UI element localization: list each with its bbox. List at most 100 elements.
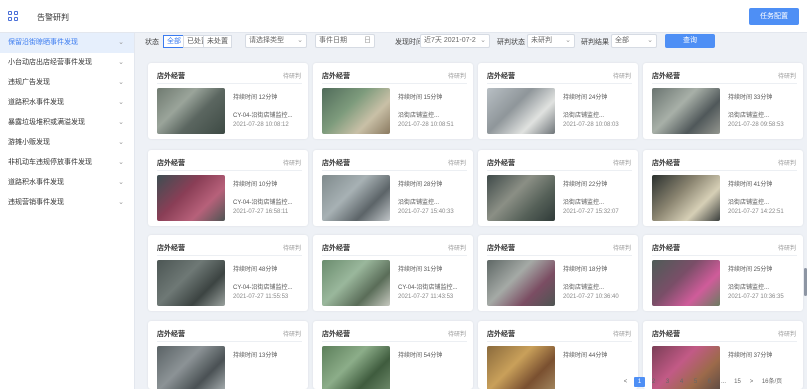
card-status: 待研判 bbox=[777, 332, 796, 338]
card-status: 待研判 bbox=[282, 74, 301, 80]
card-type: 店外经营 bbox=[652, 73, 680, 80]
event-card[interactable]: 店外经营 待研判 持续时间 12分钟 CY-04-沿街店铺监控... 2021-07-2… bbox=[148, 63, 308, 139]
card-duration: 持续时间 10分钟 bbox=[233, 182, 278, 188]
card-divider bbox=[487, 83, 632, 84]
sidebar-item[interactable]: 道路积水事件发现 ⌄ bbox=[0, 93, 134, 113]
app-grid-icon bbox=[8, 11, 18, 21]
card-camera: 沿街店铺监控... bbox=[728, 285, 770, 291]
card-divider bbox=[157, 341, 302, 342]
card-type: 店外经营 bbox=[652, 160, 680, 167]
event-snapshot-image[interactable] bbox=[487, 88, 555, 134]
event-snapshot-image[interactable] bbox=[487, 175, 555, 221]
page-number-button[interactable]: 2 bbox=[648, 377, 659, 387]
event-snapshot-image[interactable] bbox=[652, 88, 720, 134]
event-card[interactable]: 店外经营 待研判持续时间 10分钟 CY-04-沿街店铺监控... 2021-07-2… bbox=[148, 150, 308, 226]
event-card[interactable]: 店外经营 待研判 持续时间 15分钟 沿街店铺监控... 2021-07-28 10:0… bbox=[313, 63, 473, 139]
card-duration: 持续时间 33分钟 bbox=[728, 95, 773, 101]
card-divider bbox=[322, 83, 467, 84]
page-number-button[interactable]: 5 bbox=[690, 377, 701, 387]
event-card[interactable]: 店外经营 待研判 持续时间 33分钟 沿街店铺监控... 2021-07-28 09:5… bbox=[643, 63, 803, 139]
sidebar-item-label: 小台动店出店经营事件发现 bbox=[8, 59, 92, 66]
card-date: 2021-07-27 10:36:40 bbox=[563, 294, 619, 300]
sidebar-item[interactable]: 暴露垃圾堆积或满溢发现 ⌄ bbox=[0, 113, 134, 133]
event-snapshot-image[interactable] bbox=[652, 175, 720, 221]
event-snapshot-image[interactable] bbox=[157, 260, 225, 306]
card-camera: 沿街店铺监控... bbox=[398, 200, 440, 206]
event-card[interactable]: 店外经营 待研判 持续时间 41分钟 沿街店铺监控... 2021-07-27 14:2… bbox=[643, 150, 803, 226]
event-card[interactable]: 店外经营 待研判 持续时间 24分钟 沿街店铺监控... 2021-07-28 10:0… bbox=[478, 63, 638, 139]
event-snapshot-image[interactable] bbox=[322, 346, 390, 389]
card-status: 待研判 bbox=[447, 332, 466, 338]
sidebar-item[interactable]: 道路积水事件发现 ⌄ bbox=[0, 173, 134, 193]
page-size-select[interactable]: 16条/页 bbox=[760, 377, 784, 387]
card-divider bbox=[322, 341, 467, 342]
card-date: 2021-07-28 09:58:53 bbox=[728, 122, 784, 128]
chevron-down-icon: ⌄ bbox=[118, 179, 124, 186]
event-snapshot-image[interactable] bbox=[322, 260, 390, 306]
card-date: 2021-07-27 11:55:53 bbox=[233, 294, 289, 300]
sidebar-item-label: 游摊小贩发现 bbox=[8, 139, 50, 146]
card-camera: 沿街店铺监控... bbox=[563, 285, 605, 291]
event-snapshot-image[interactable] bbox=[157, 346, 225, 389]
card-divider bbox=[652, 255, 797, 256]
sidebar-item[interactable]: 小台动店出店经营事件发现 ⌄ bbox=[0, 53, 134, 73]
sidebar-item[interactable]: 游摊小贩发现 ⌄ bbox=[0, 133, 134, 153]
card-status: 待研判 bbox=[612, 332, 631, 338]
next-page-button[interactable]: > bbox=[746, 377, 757, 387]
card-camera: 沿街店铺监控... bbox=[563, 113, 605, 119]
card-divider bbox=[322, 170, 467, 171]
card-duration: 持续时间 28分钟 bbox=[398, 182, 443, 188]
event-card[interactable]: 店外经营 待研判 持续时间 22分钟 沿街店铺监控... 2021-07-27 15:3… bbox=[478, 150, 638, 226]
event-card[interactable]: 店外经营 待研判 持续时间 18分钟 沿街店铺监控... 2021-07-27 10:3… bbox=[478, 235, 638, 311]
card-camera: CY-04-沿街店铺监控... bbox=[233, 200, 293, 206]
card-type: 店外经营 bbox=[157, 160, 185, 167]
sidebar-item[interactable]: 违规广告发现 ⌄ bbox=[0, 73, 134, 93]
card-type: 店外经营 bbox=[487, 331, 515, 338]
prev-page-button[interactable]: < bbox=[620, 377, 631, 387]
event-card[interactable]: 店外经营 待研判 持续时间 48分钟 CY-04-沿街店铺监控... 2021-07-2… bbox=[148, 235, 308, 311]
event-snapshot-image[interactable] bbox=[322, 175, 390, 221]
event-card[interactable]: 店外经营 待研判 持续时间 44分钟 bbox=[478, 321, 638, 389]
event-snapshot-image[interactable] bbox=[322, 88, 390, 134]
card-date: 2021-07-27 16:58:11 bbox=[233, 209, 289, 215]
sidebar-item-label: 违规营销事件发现 bbox=[8, 199, 64, 206]
card-date: 2021-07-28 10:08:51 bbox=[398, 122, 454, 128]
sidebar-item-label: 非机动车违规停放事件发现 bbox=[8, 159, 92, 166]
card-duration: 持续时间 15分钟 bbox=[398, 95, 443, 101]
chevron-down-icon: ⌄ bbox=[118, 39, 124, 46]
card-status: 待研判 bbox=[612, 161, 631, 167]
card-status: 待研判 bbox=[282, 332, 301, 338]
event-card[interactable]: 店外经营 待研判 持续时间 25分钟 沿街店铺监控... 2021-07-27 10:3… bbox=[643, 235, 803, 311]
page-number-button[interactable]: 3 bbox=[662, 377, 673, 387]
event-snapshot-image[interactable] bbox=[487, 346, 555, 389]
page-ellipsis[interactable]: ... bbox=[718, 377, 729, 387]
card-type: 店外经营 bbox=[322, 160, 350, 167]
event-snapshot-image[interactable] bbox=[652, 260, 720, 306]
page-number-button[interactable]: 4 bbox=[676, 377, 687, 387]
sidebar-item[interactable]: 保留沿街晾晒事件发现 ⌄ bbox=[0, 33, 134, 53]
card-status: 待研判 bbox=[282, 161, 301, 167]
card-date: 2021-07-28 10:08:03 bbox=[563, 122, 619, 128]
card-divider bbox=[157, 170, 302, 171]
card-type: 店外经营 bbox=[322, 331, 350, 338]
card-status: 待研判 bbox=[447, 246, 466, 252]
event-card[interactable]: 店外经营 待研判 持续时间 31分钟 CY-04-沿街店铺监控... 2021-07-2… bbox=[313, 235, 473, 311]
event-card[interactable]: 店外经营 待研判 持续时间 13分钟 bbox=[148, 321, 308, 389]
event-card[interactable]: 店外经营 待研判 持续时间 54分钟 bbox=[313, 321, 473, 389]
card-divider bbox=[652, 170, 797, 171]
sidebar-item[interactable]: 违规营销事件发现 ⌄ bbox=[0, 193, 134, 213]
card-status: 待研判 bbox=[777, 161, 796, 167]
card-divider bbox=[487, 170, 632, 171]
event-snapshot-image[interactable] bbox=[157, 88, 225, 134]
card-type: 店外经营 bbox=[487, 245, 515, 252]
event-card[interactable]: 店外经营 待研判 持续时间 28分钟 沿街店铺监控... 2021-07-27 15:4… bbox=[313, 150, 473, 226]
event-snapshot-image[interactable] bbox=[157, 175, 225, 221]
card-type: 店外经营 bbox=[652, 245, 680, 252]
page-number-button[interactable]: 15 bbox=[732, 377, 743, 387]
page-number-button[interactable]: 6 bbox=[704, 377, 715, 387]
page-number-button[interactable]: 1 bbox=[634, 377, 645, 387]
sidebar-item[interactable]: 非机动车违规停放事件发现 ⌄ bbox=[0, 153, 134, 173]
event-snapshot-image[interactable] bbox=[487, 260, 555, 306]
chevron-down-icon: ⌄ bbox=[118, 139, 124, 146]
card-type: 店外经营 bbox=[157, 245, 185, 252]
